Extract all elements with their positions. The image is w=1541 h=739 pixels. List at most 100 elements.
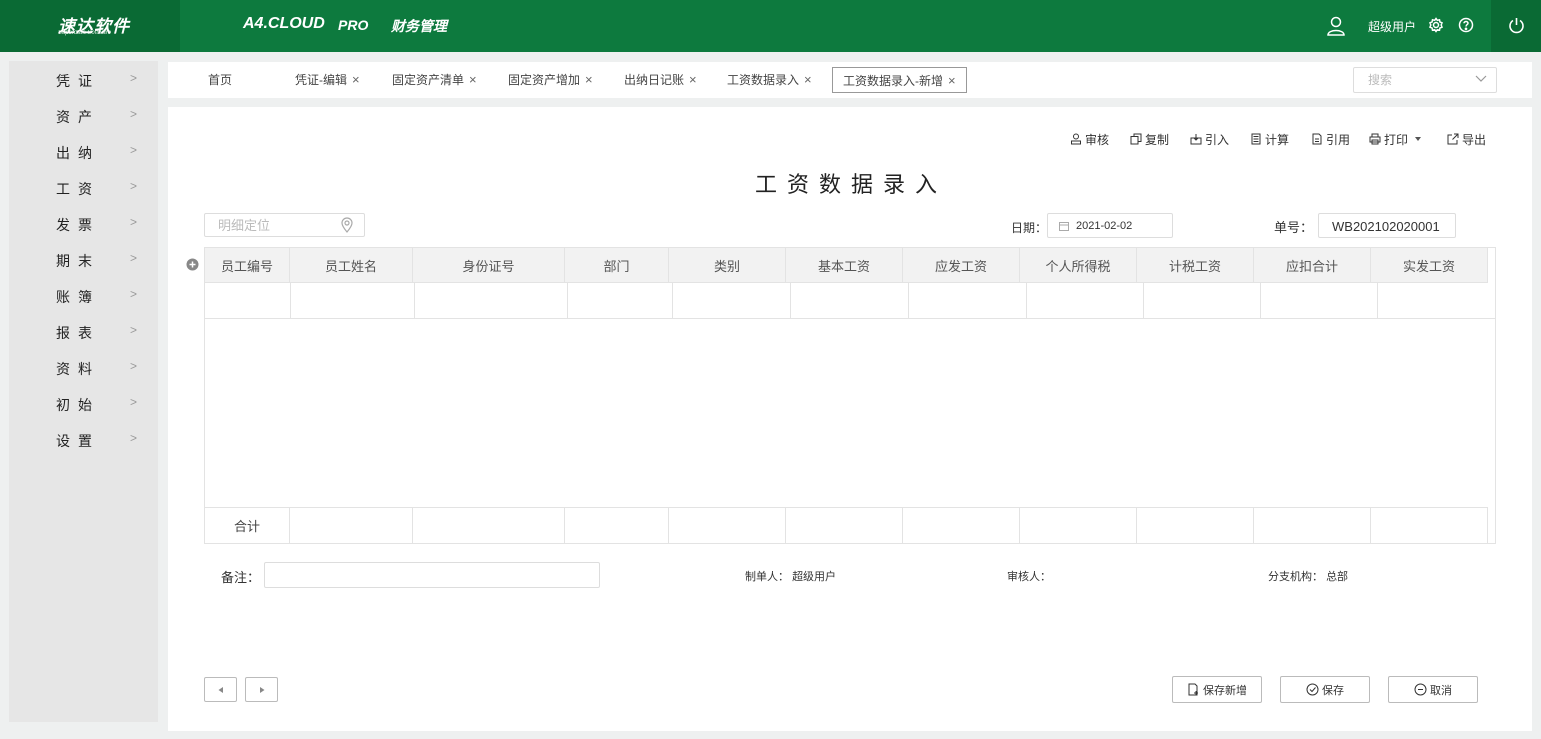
sidebar-item-label: 资料: [56, 361, 100, 377]
previous-record-button[interactable]: [204, 677, 237, 702]
stamp-icon: [1071, 133, 1081, 145]
logout-button[interactable]: [1491, 0, 1541, 52]
save-label: 保存: [1322, 684, 1344, 697]
close-icon[interactable]: ×: [689, 72, 697, 87]
calculate-label: 计算: [1265, 132, 1290, 147]
document-number-field[interactable]: WB202102020001: [1318, 213, 1456, 238]
sidebar-item-invoice[interactable]: 发票 >: [9, 205, 158, 241]
sidebar-item-label: 账簿: [56, 289, 100, 305]
document-number-label: 单号：: [1274, 220, 1314, 235]
sidebar-item-assets[interactable]: 资产 >: [9, 97, 158, 133]
table-cell[interactable]: [673, 283, 791, 318]
chevron-down-icon[interactable]: [1475, 72, 1487, 84]
remark-input[interactable]: [264, 562, 600, 588]
column-header[interactable]: 身份证号: [413, 248, 565, 282]
sidebar-item-period-end[interactable]: 期末 >: [9, 241, 158, 277]
table-cell[interactable]: [415, 283, 568, 318]
sidebar-item-reports[interactable]: 报表 >: [9, 313, 158, 349]
gear-icon[interactable]: [1428, 17, 1444, 33]
close-icon[interactable]: ×: [352, 72, 360, 87]
chevron-right-icon: >: [130, 287, 138, 301]
reference-button[interactable]: 引用: [1311, 131, 1350, 147]
detail-locate-field[interactable]: [204, 213, 365, 237]
sidebar-item-label: 设置: [56, 433, 100, 449]
sidebar-item-ledger[interactable]: 账簿 >: [9, 277, 158, 313]
sidebar-item-settings[interactable]: 设置 >: [9, 421, 158, 457]
auditor-label: 审核人：: [1007, 571, 1051, 583]
column-header[interactable]: 个人所得税: [1020, 248, 1137, 282]
tab-home[interactable]: 首页: [208, 67, 232, 93]
table-cell[interactable]: [1144, 283, 1261, 318]
column-header[interactable]: 计税工资: [1137, 248, 1254, 282]
tab-payroll-entry[interactable]: 工资数据录入 ×: [727, 67, 812, 93]
detail-locate-input[interactable]: [205, 214, 335, 236]
auditor-info: 审核人：: [1007, 568, 1051, 584]
caret-down-icon: [1415, 137, 1422, 141]
column-header[interactable]: 应扣合计: [1254, 248, 1371, 282]
total-cell: [1020, 508, 1137, 543]
chevron-right-icon: >: [130, 179, 138, 193]
sidebar-item-payroll[interactable]: 工资 >: [9, 169, 158, 205]
logo: 速达软件 Superdata Software: [0, 0, 180, 52]
cancel-button[interactable]: 取消: [1388, 676, 1478, 703]
sidebar-item-voucher[interactable]: 凭证 >: [9, 61, 158, 97]
tab-fixed-asset-list[interactable]: 固定资产清单 ×: [392, 67, 477, 93]
user-icon[interactable]: [1327, 16, 1345, 36]
close-icon[interactable]: ×: [948, 73, 956, 88]
table-cell[interactable]: [1378, 283, 1495, 318]
table-row[interactable]: [205, 283, 1495, 319]
column-header[interactable]: 类别: [669, 248, 786, 282]
column-header[interactable]: 员工编号: [205, 248, 290, 282]
add-row-icon[interactable]: [186, 258, 199, 271]
tab-payroll-entry-new[interactable]: 工资数据录入-新增 ×: [832, 67, 967, 93]
copy-button[interactable]: 复制: [1130, 131, 1169, 147]
sidebar-item-data[interactable]: 资料 >: [9, 349, 158, 385]
table-cell[interactable]: [791, 283, 909, 318]
column-header[interactable]: 员工姓名: [290, 248, 413, 282]
date-picker[interactable]: 2021-02-02: [1047, 213, 1173, 238]
import-button[interactable]: 引入: [1190, 131, 1229, 147]
date-label: 日期：: [1011, 221, 1048, 235]
table-cell[interactable]: [1027, 283, 1144, 318]
table-cell[interactable]: [909, 283, 1027, 318]
total-label: 合计: [205, 508, 290, 543]
table-cell[interactable]: [1261, 283, 1378, 318]
column-header[interactable]: 应发工资: [903, 248, 1020, 282]
check-circle-icon: [1306, 683, 1319, 696]
close-icon[interactable]: ×: [804, 72, 812, 87]
tab-voucher-edit[interactable]: 凭证-编辑 ×: [295, 67, 360, 93]
close-icon[interactable]: ×: [585, 72, 593, 87]
help-icon[interactable]: [1458, 17, 1474, 33]
import-icon: [1190, 134, 1202, 145]
document-icon: [1312, 133, 1322, 145]
total-cell: [1371, 508, 1488, 543]
tab-fixed-asset-add[interactable]: 固定资产增加 ×: [508, 67, 593, 93]
print-button[interactable]: 打印: [1369, 131, 1425, 147]
table-cell[interactable]: [205, 283, 291, 318]
sidebar-item-label: 资产: [56, 109, 100, 125]
chevron-right-icon: >: [130, 395, 138, 409]
next-record-button[interactable]: [245, 677, 278, 702]
audit-button[interactable]: 审核: [1070, 131, 1109, 147]
tab-cash-journal[interactable]: 出纳日记账 ×: [624, 67, 697, 93]
column-header[interactable]: 基本工资: [786, 248, 903, 282]
table-cell[interactable]: [568, 283, 673, 318]
branch-label: 分支机构：: [1268, 571, 1323, 583]
location-pin-icon[interactable]: [339, 217, 355, 233]
column-header[interactable]: 部门: [565, 248, 669, 282]
sidebar-item-init[interactable]: 初始 >: [9, 385, 158, 421]
save-button[interactable]: 保存: [1280, 676, 1370, 703]
document-number-value: WB202102020001: [1332, 219, 1440, 234]
close-icon[interactable]: ×: [469, 72, 477, 87]
table-cell[interactable]: [291, 283, 415, 318]
save-new-button[interactable]: 保存新增: [1172, 676, 1262, 703]
column-header[interactable]: 实发工资: [1371, 248, 1488, 282]
sidebar-item-cashier[interactable]: 出纳 >: [9, 133, 158, 169]
brand-edition: PRO: [338, 17, 369, 33]
user-name[interactable]: 超级用户: [1368, 18, 1416, 35]
calculate-button[interactable]: 计算: [1250, 131, 1289, 147]
chevron-right-icon: >: [130, 71, 138, 85]
tab-label: 固定资产增加: [508, 73, 581, 87]
export-button[interactable]: 导出: [1447, 131, 1486, 147]
date-value: 2021-02-02: [1076, 220, 1133, 232]
